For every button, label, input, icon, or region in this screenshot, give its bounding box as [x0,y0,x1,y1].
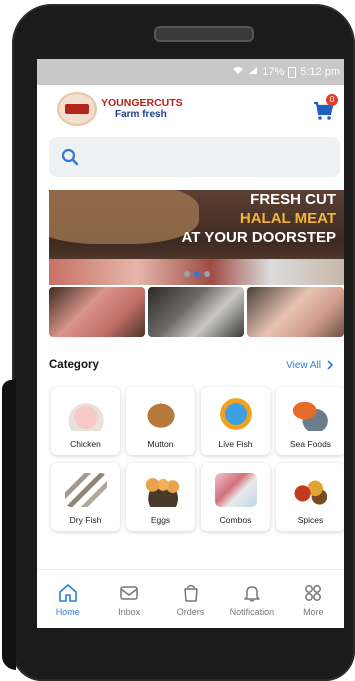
app-header: YOUNGERCUTS Farm fresh 0 [37,85,344,133]
bell-icon [244,585,260,602]
banner-image [49,190,199,244]
logo-badge-icon [57,92,97,126]
promo-thumb-meat[interactable] [49,287,145,337]
banner-line-3: AT YOUR DOORSTEP [181,229,336,246]
category-label: Combos [219,515,252,525]
promo-thumb-chicken[interactable] [247,287,344,337]
category-label: Sea Foods [289,439,332,449]
search-icon [61,148,79,166]
carousel-dot-active[interactable] [194,271,200,277]
nav-more[interactable]: More [283,570,344,628]
carousel-dots [184,271,210,277]
phone-edge [2,380,16,670]
nav-label: More [303,606,324,617]
category-dry-fish[interactable]: Dry Fish [51,463,120,531]
category-sea-foods[interactable]: Sea Foods [276,387,344,455]
battery-percent: 17% [262,66,285,78]
clock: 5:12 pm [300,66,340,78]
category-chicken[interactable]: Chicken [51,387,120,455]
promo-thumbnails [49,287,344,337]
home-icon [58,583,77,602]
signal-icon [248,66,258,78]
carousel-dot[interactable] [184,271,190,277]
promo-thumb-fish[interactable] [148,287,244,337]
category-label: Eggs [150,515,171,525]
category-label: Live Fish [218,439,253,449]
banner-text: FRESH CUT HALAL MEAT AT YOUR DOORSTEP [182,190,336,247]
category-mutton[interactable]: Mutton [126,387,195,455]
app-screen: 17% 5:12 pm YOUNGERCUTS Farm fresh 0 FRE… [37,59,344,628]
carousel-dot[interactable] [204,271,210,277]
phone-speaker [154,26,254,42]
banner-line-2: HALAL MEAT [239,210,336,227]
seafood-image [289,397,332,431]
nav-label: Notification [229,606,275,617]
brand-name: YOUNGERCUTS [101,96,183,109]
cart-button[interactable]: 0 [312,94,338,122]
category-header: Category View All [49,359,334,371]
spices-image [289,473,332,507]
category-grid: Chicken Mutton Live Fish Sea Foods Dry F… [51,387,344,531]
category-live-fish[interactable]: Live Fish [201,387,270,455]
nav-orders[interactable]: Orders [160,570,221,628]
category-label: Spices [297,515,324,525]
brand-logo[interactable]: YOUNGERCUTS Farm fresh [57,92,183,126]
goat-image [139,397,182,431]
battery-icon [288,66,297,78]
grid-icon [305,584,322,601]
cart-count-badge: 0 [326,94,338,106]
brand-tagline: Farm fresh [115,108,167,120]
search-input[interactable] [87,148,311,166]
view-all-label: View All [286,359,321,371]
category-eggs[interactable]: Eggs [126,463,195,531]
category-label: Dry Fish [69,515,102,525]
view-all-link[interactable]: View All [286,360,334,371]
status-bar: 17% 5:12 pm [37,59,344,85]
eggs-image [139,473,182,507]
category-label: Mutton [147,439,174,449]
nav-notification[interactable]: Notification [221,570,282,628]
promo-banner[interactable]: FRESH CUT HALAL MEAT AT YOUR DOORSTEP [49,190,344,285]
chicken-image [64,397,107,431]
banner-line-1: FRESH CUT [250,191,336,208]
dry-fish-image [64,473,107,507]
category-title: Category [49,359,99,371]
nav-home[interactable]: Home [37,570,98,628]
search-bar[interactable] [49,137,340,177]
category-combos[interactable]: Combos [201,463,270,531]
category-spices[interactable]: Spices [276,463,344,531]
combos-image [214,473,257,507]
nav-label: Orders [176,606,205,617]
inbox-icon [120,585,138,600]
bag-icon [183,584,198,602]
bottom-navigation: Home Inbox Orders Notification More [37,569,344,628]
nav-label: Home [55,606,80,617]
nav-inbox[interactable]: Inbox [98,570,159,628]
chevron-right-icon [327,360,334,370]
wifi-icon [232,66,244,78]
nav-label: Inbox [118,606,141,617]
category-label: Chicken [70,439,101,449]
fish-image [214,397,257,431]
